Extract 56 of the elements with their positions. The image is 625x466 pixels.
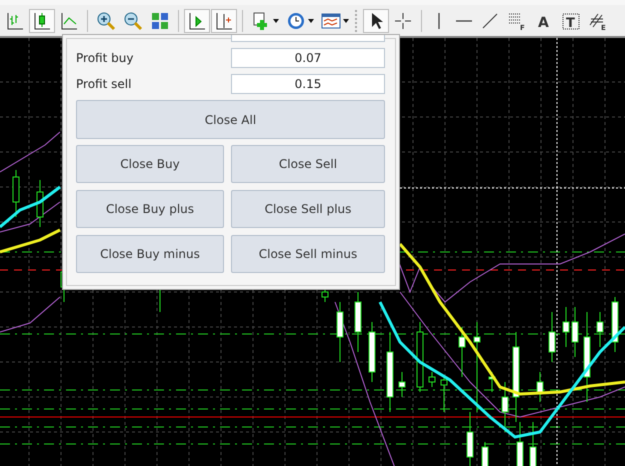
indicator-line: [0, 132, 60, 172]
candlestick: [398, 372, 406, 398]
candlestick: [482, 442, 488, 466]
candlestick: [354, 292, 362, 352]
close-button[interactable]: Close Sell: [231, 145, 385, 183]
caret-icon[interactable]: [343, 18, 349, 22]
candlestick: [488, 372, 496, 392]
indicator-line: [0, 296, 60, 332]
candlestick: [536, 372, 544, 402]
candle-chart-tool-button[interactable]: [29, 8, 55, 32]
profit-input-field[interactable]: 0.15: [231, 74, 385, 94]
candlestick: [12, 170, 20, 218]
candlestick: [562, 306, 570, 348]
candlestick: [530, 422, 536, 466]
crosshair-icon: [393, 10, 413, 30]
zoom-out-icon: [123, 10, 143, 30]
field-label: Profit buy: [76, 51, 134, 65]
clock-icon: [286, 10, 306, 30]
close-button[interactable]: Close Sell minus: [231, 235, 385, 273]
candle-chart-icon: [32, 10, 52, 30]
candlestick: [336, 302, 344, 362]
candlestick: [458, 326, 466, 378]
profit-input-field[interactable]: 0.07: [231, 48, 385, 68]
cursor-tool-button[interactable]: [363, 8, 389, 32]
trendline-icon: [480, 10, 500, 30]
caret-icon[interactable]: [308, 18, 314, 22]
candlestick: [612, 296, 618, 352]
template-icon: [321, 10, 341, 30]
bar-chart-icon: [5, 10, 25, 30]
close-button[interactable]: Close Buy minus: [76, 235, 224, 273]
vertical-line-icon: [438, 12, 440, 28]
field-label: Profit sell: [76, 77, 132, 91]
autoscroll-tool-button[interactable]: [184, 8, 210, 32]
chart-shift-icon: [214, 10, 234, 30]
candlestick: [440, 376, 448, 412]
indicator-line: [0, 202, 60, 232]
candlestick: [36, 180, 44, 228]
close-button[interactable]: Close Buy: [76, 145, 224, 183]
candlestick: [416, 322, 424, 392]
close-button[interactable]: Close All: [76, 100, 385, 139]
input-field[interactable]: [231, 35, 385, 42]
close-button[interactable]: Close Buy plus: [76, 190, 224, 228]
candlestick: [428, 372, 436, 388]
chart-shift-tool-button[interactable]: [211, 8, 237, 32]
candlestick: [368, 322, 376, 382]
candlestick: [548, 312, 556, 362]
candlestick: [502, 382, 508, 432]
tile-icon: [150, 10, 170, 30]
horizontal-line-icon: [456, 20, 472, 22]
candlestick: [596, 312, 604, 348]
close-button[interactable]: Close Sell plus: [231, 190, 385, 228]
autoscroll-icon: [187, 10, 207, 30]
zoom-in-icon: [96, 10, 116, 30]
line-chart-icon: [59, 10, 79, 30]
candlestick: [572, 306, 578, 358]
caret-icon[interactable]: [273, 18, 279, 22]
